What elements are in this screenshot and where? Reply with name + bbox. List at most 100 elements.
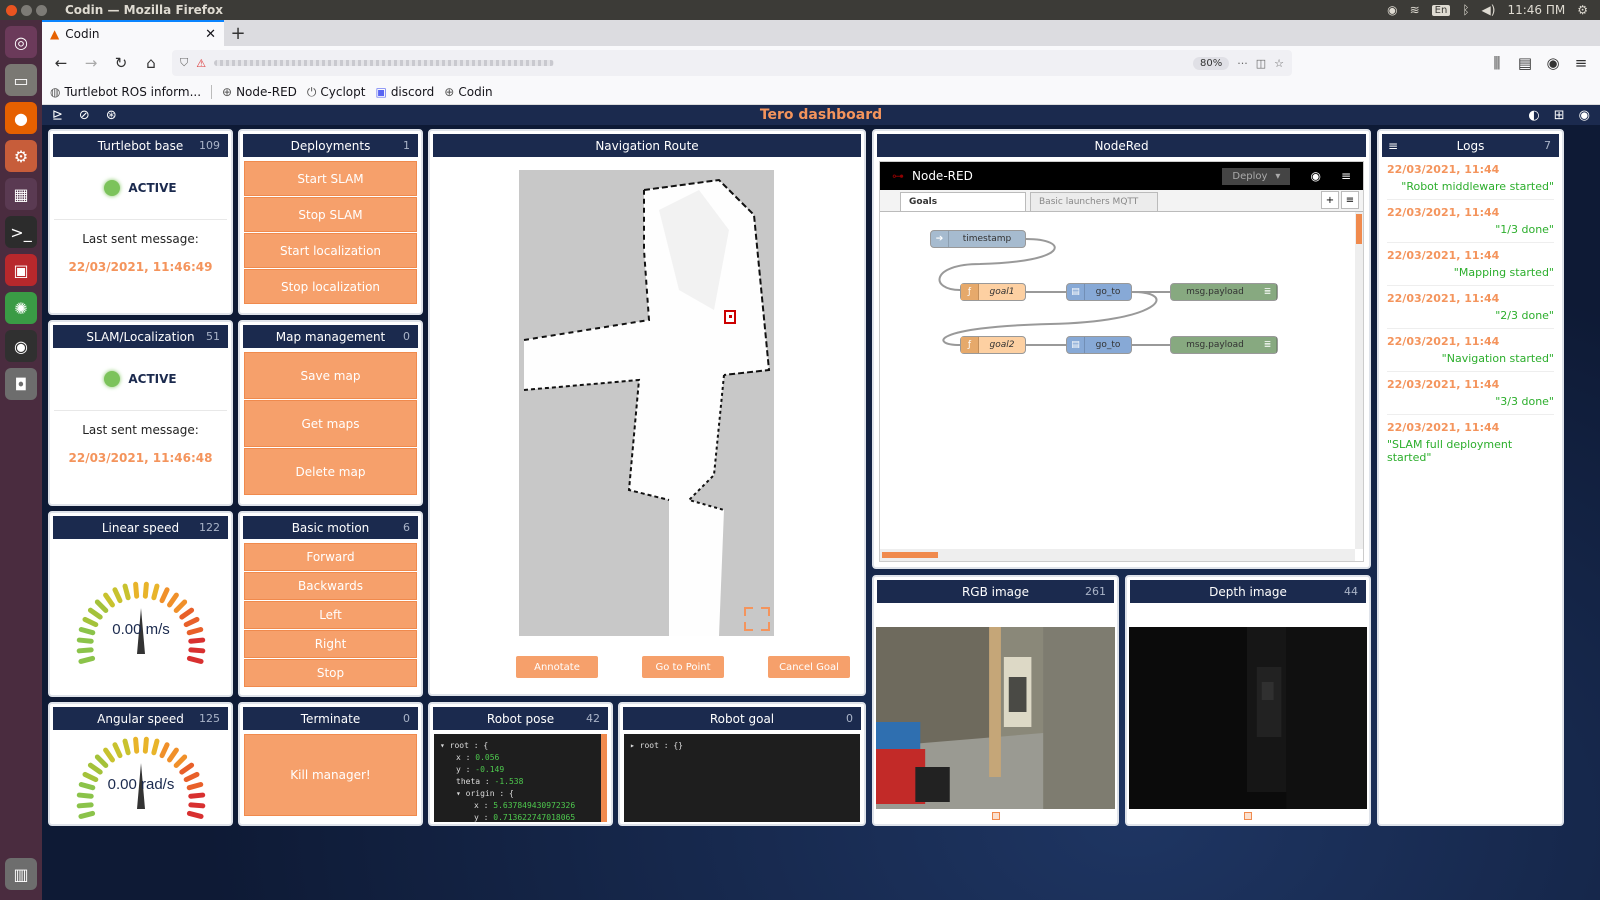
- start-localization-button[interactable]: Start localization: [244, 233, 417, 268]
- power-icon[interactable]: ⚙: [1577, 3, 1588, 17]
- right-button[interactable]: Right: [244, 630, 417, 658]
- camera-icon[interactable]: ◘: [5, 368, 37, 400]
- horizontal-scrollbar[interactable]: [880, 549, 1355, 561]
- share-icon[interactable]: ⊛: [106, 108, 117, 123]
- tab-basic-launchers[interactable]: Basic launchers MQTT: [1030, 192, 1158, 211]
- vertical-scrollbar[interactable]: [1355, 212, 1363, 549]
- forward-button[interactable]: →: [78, 50, 104, 76]
- function-node-goal2[interactable]: ƒ goal2: [960, 336, 1026, 354]
- logs-menu-icon[interactable]: ≡: [1388, 139, 1398, 153]
- url-bar[interactable]: ⛉ ⚠ 80% ··· ◫ ☆: [172, 50, 1292, 76]
- add-flow-icon[interactable]: +: [1321, 191, 1339, 209]
- minimize-window-button[interactable]: [21, 4, 32, 16]
- compass-icon[interactable]: ⊘: [79, 108, 90, 123]
- obs-icon[interactable]: ◉: [5, 330, 37, 362]
- obs-tray-icon[interactable]: ◉: [1387, 3, 1397, 17]
- bookmark-node-red[interactable]: ⊕ Node-RED: [222, 85, 297, 99]
- back-button[interactable]: ←: [48, 50, 74, 76]
- app-icon[interactable]: ▣: [5, 254, 37, 286]
- json-line[interactable]: ▸ root : {}: [630, 740, 854, 752]
- image-toggle-icon[interactable]: [991, 812, 1000, 820]
- go-to-point-button[interactable]: Go to Point: [642, 656, 724, 678]
- terminal-icon[interactable]: >_: [5, 216, 37, 248]
- account-icon[interactable]: ◉: [1540, 50, 1566, 76]
- annotate-button[interactable]: Annotate: [516, 656, 598, 678]
- pocket-icon[interactable]: ◫: [1256, 57, 1266, 70]
- save-map-button[interactable]: Save map: [244, 352, 417, 399]
- bookmark-turtlebot[interactable]: ◍ Turtlebot ROS inform...: [50, 85, 201, 99]
- image-toggle-icon[interactable]: [1244, 812, 1252, 820]
- function-node-goal1[interactable]: ƒ goal1: [960, 283, 1026, 301]
- volume-icon[interactable]: ◀): [1482, 3, 1496, 17]
- forward-button[interactable]: Forward: [244, 543, 417, 571]
- stop-slam-button[interactable]: Stop SLAM: [244, 197, 417, 232]
- tab-goals[interactable]: Goals: [900, 192, 1026, 211]
- files-icon[interactable]: ▭: [5, 64, 37, 96]
- bookmark-discord[interactable]: ▣ discord: [375, 85, 434, 99]
- kill-manager-button[interactable]: Kill manager!: [244, 734, 417, 816]
- json-viewer[interactable]: ▾ root : { x : 0.056 y : -0.149 theta : …: [434, 734, 607, 822]
- left-button[interactable]: Left: [244, 601, 417, 629]
- occupancy-map[interactable]: [519, 170, 774, 636]
- gauge-tick: [94, 599, 108, 613]
- shield-icon[interactable]: ⛉: [180, 56, 188, 70]
- keyboard-language[interactable]: En: [1431, 4, 1451, 16]
- insecure-lock-icon[interactable]: ⚠: [196, 57, 206, 70]
- settings-icon[interactable]: ⚙: [5, 140, 37, 172]
- delete-map-button[interactable]: Delete map: [244, 448, 417, 495]
- inject-node-timestamp[interactable]: ➔ timestamp: [930, 230, 1026, 248]
- gauge-tick: [187, 637, 205, 644]
- gauge-tick: [142, 736, 149, 754]
- close-window-button[interactable]: [6, 4, 17, 16]
- user-icon[interactable]: ◉: [1310, 169, 1320, 183]
- reload-button[interactable]: ↻: [108, 50, 134, 76]
- stop-localization-button[interactable]: Stop localization: [244, 269, 417, 304]
- library-icon[interactable]: ⫼: [1484, 50, 1510, 76]
- firefox-icon[interactable]: ●: [5, 102, 37, 134]
- list-flows-icon[interactable]: ≡: [1341, 191, 1359, 209]
- user-icon[interactable]: ◉: [1579, 108, 1590, 123]
- clock[interactable]: 11:46 ПМ: [1507, 3, 1565, 17]
- gauge-tick: [87, 607, 103, 620]
- menu-icon[interactable]: ≡: [1568, 50, 1594, 76]
- cancel-goal-button[interactable]: Cancel Goal: [768, 656, 850, 678]
- new-tab-button[interactable]: +: [224, 20, 252, 46]
- theme-toggle-icon[interactable]: ◐: [1528, 108, 1539, 123]
- sidebar-icon[interactable]: ▤: [1512, 50, 1538, 76]
- home-button[interactable]: ⌂: [138, 50, 164, 76]
- gauge-tick: [142, 581, 149, 599]
- panel-header: Terminate 0: [243, 707, 418, 730]
- message-count: 7: [1544, 139, 1551, 152]
- close-tab-icon[interactable]: ✕: [205, 27, 216, 42]
- ros-icon[interactable]: ✺: [5, 292, 37, 324]
- bookmark-cyclopt[interactable]: ⏻ Cyclopt: [307, 85, 366, 100]
- link-node-go-to-2[interactable]: ▤ go_to: [1066, 336, 1132, 354]
- maximize-window-button[interactable]: [36, 4, 47, 16]
- flow-workspace[interactable]: ➔ timestamp ƒ goal1 ▤ go_to msg.payload ≣ ƒg…: [880, 212, 1355, 549]
- bookmark-star-icon[interactable]: ☆: [1274, 57, 1284, 70]
- get-maps-button[interactable]: Get maps: [244, 400, 417, 447]
- browser-tab-codin[interactable]: ▲ Codin ✕: [42, 20, 224, 46]
- bluetooth-icon[interactable]: ᛒ: [1462, 3, 1469, 17]
- json-viewer[interactable]: ▸ root : {}: [624, 734, 860, 822]
- panel-header: Deployments 1: [243, 134, 418, 157]
- apps-grid-icon[interactable]: ⊞: [1554, 108, 1565, 123]
- json-line[interactable]: ▾ root : {: [440, 740, 595, 752]
- ubuntu-dash-icon[interactable]: ◎: [5, 26, 37, 58]
- start-slam-button[interactable]: Start SLAM: [244, 161, 417, 196]
- backwards-button[interactable]: Backwards: [244, 572, 417, 600]
- link-node-go-to-1[interactable]: ▤ go_to: [1066, 283, 1132, 301]
- deploy-button[interactable]: Deploy ▾: [1222, 167, 1291, 185]
- zoom-indicator[interactable]: 80%: [1192, 56, 1230, 70]
- more-actions-icon[interactable]: ···: [1237, 57, 1248, 70]
- hamburger-menu-icon[interactable]: ≡: [1341, 169, 1351, 183]
- stop-button[interactable]: Stop: [244, 659, 417, 687]
- debug-node-2[interactable]: msg.payload ≣: [1170, 336, 1278, 354]
- wifi-icon[interactable]: ≋: [1410, 3, 1420, 17]
- json-line[interactable]: ▾ origin : {: [440, 788, 595, 800]
- codin-logo-icon[interactable]: ⊵: [52, 108, 63, 123]
- bookmark-codin[interactable]: ⊕ Codin: [444, 85, 492, 99]
- trash-icon[interactable]: ▥: [5, 858, 37, 890]
- workspace-icon[interactable]: ▦: [5, 178, 37, 210]
- debug-node-1[interactable]: msg.payload ≣: [1170, 283, 1278, 301]
